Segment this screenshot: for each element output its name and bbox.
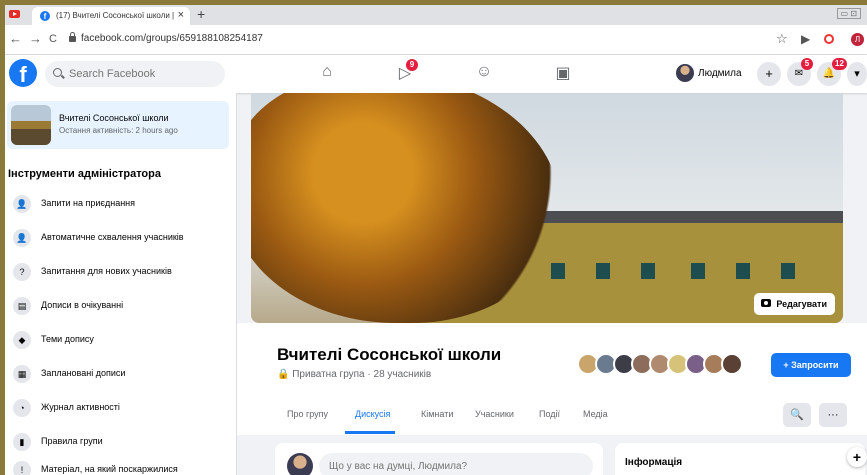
member-icon: 👤 bbox=[13, 229, 31, 247]
tab-discussion[interactable]: Дискусія bbox=[355, 409, 390, 419]
sidebar-item-scheduled-posts[interactable]: ▦ Заплановані дописи bbox=[9, 359, 233, 389]
cover-window bbox=[641, 263, 655, 279]
avatar[interactable] bbox=[721, 353, 743, 375]
sidebar-item-label: Правила групи bbox=[41, 436, 103, 446]
sidebar-item-label: Теми допису bbox=[41, 334, 94, 344]
address-bar: ← → C facebook.com/groups/65918810825418… bbox=[5, 25, 867, 55]
sidebar-item-questions[interactable]: ? Запитання для нових учасників bbox=[9, 257, 233, 287]
back-icon[interactable]: ← bbox=[9, 31, 22, 46]
search-icon bbox=[53, 68, 62, 77]
facebook-top-nav: f ⌂ ▷ 9 ☺ ▣ Людмила + ✉ 5 🔔 12 ▾ bbox=[5, 55, 867, 93]
extension-play-icon[interactable]: ▶ bbox=[801, 32, 810, 46]
user-name: Людмила bbox=[698, 68, 742, 79]
cover-window bbox=[691, 263, 705, 279]
tab-about[interactable]: Про групу bbox=[287, 409, 328, 419]
camera-icon bbox=[761, 299, 772, 307]
post-composer bbox=[275, 443, 603, 475]
account-menu-icon[interactable]: ▾ bbox=[847, 62, 867, 86]
tab-close-icon[interactable]: × bbox=[178, 9, 184, 21]
tab-title: (17) Вчителі Сосонської школи | F bbox=[56, 11, 176, 20]
new-tab-button[interactable]: + bbox=[197, 6, 205, 22]
sidebar-item-label: Автоматичне схвалення учасників bbox=[41, 232, 184, 242]
sidebar-group-activity: Остання активність: 2 hours ago bbox=[59, 126, 178, 135]
facebook-favicon-icon: f bbox=[40, 11, 50, 21]
reload-icon[interactable]: C bbox=[49, 33, 57, 45]
browser-profile-avatar[interactable]: Л bbox=[851, 33, 864, 46]
lock-icon[interactable] bbox=[69, 32, 76, 42]
watch-badge: 9 bbox=[406, 59, 418, 71]
browser-tab-facebook[interactable]: f (17) Вчителі Сосонської школи | F × bbox=[32, 7, 190, 25]
tab-events[interactable]: Події bbox=[539, 409, 560, 419]
member-icon: 👤 bbox=[13, 195, 31, 213]
sidebar-group-card[interactable]: Вчителі Сосонської школи Остання активні… bbox=[7, 101, 229, 149]
sidebar-item-label: Журнал активності bbox=[41, 402, 120, 412]
member-avatars[interactable] bbox=[577, 353, 752, 375]
group-search-icon[interactable]: 🔍 bbox=[783, 403, 811, 427]
cover-window bbox=[736, 263, 750, 279]
create-button[interactable]: + bbox=[757, 62, 781, 86]
info-card-title: Інформація bbox=[625, 457, 683, 468]
avatar[interactable] bbox=[287, 453, 313, 475]
admin-sidebar: Вчителі Сосонської школи Остання активні… bbox=[5, 93, 237, 475]
group-cover-photo: Редагувати bbox=[251, 93, 843, 323]
cover-window bbox=[596, 263, 610, 279]
forward-icon[interactable]: → bbox=[29, 31, 42, 46]
info-card: Інформація bbox=[615, 443, 865, 475]
sidebar-item-label: Запити на приєднання bbox=[41, 198, 136, 208]
sidebar-item-reported-content[interactable]: ! Матеріал, на який поскаржилися bbox=[9, 455, 233, 475]
sidebar-item-post-topics[interactable]: ◆ Теми допису bbox=[9, 325, 233, 355]
admin-tools-heading: Інструменти адміністратора bbox=[8, 168, 161, 180]
invite-button[interactable]: + Запросити bbox=[771, 353, 851, 377]
tab-rooms[interactable]: Кімнати bbox=[421, 409, 453, 419]
tab-members[interactable]: Учасники bbox=[475, 409, 514, 419]
page-title: Вчителі Сосонської школи bbox=[277, 345, 502, 364]
cover-window bbox=[551, 263, 565, 279]
gaming-icon[interactable]: ▣ bbox=[553, 63, 573, 83]
home-icon[interactable]: ⌂ bbox=[317, 63, 337, 83]
cover-window bbox=[781, 263, 795, 279]
url-field[interactable]: facebook.com/groups/659188108254187 bbox=[81, 33, 263, 44]
sidebar-item-label: Дописи в очікуванні bbox=[41, 300, 124, 310]
extension-ring-icon[interactable] bbox=[824, 34, 834, 44]
cover-autumn-tree bbox=[251, 93, 561, 323]
window-controls[interactable]: ▭ ⊡ bbox=[836, 8, 861, 19]
group-header: Вчителі Сосонської школи 🔒 Приватна груп… bbox=[237, 323, 867, 435]
edit-cover-label: Редагувати bbox=[776, 299, 827, 309]
browser-window: f (17) Вчителі Сосонської школи | F × + … bbox=[5, 5, 867, 475]
tab-media[interactable]: Медіа bbox=[583, 409, 608, 419]
book-icon: ▮ bbox=[13, 433, 31, 451]
tag-icon: ◆ bbox=[13, 331, 31, 349]
youtube-tab-icon[interactable] bbox=[9, 10, 20, 18]
calendar-icon: ▦ bbox=[13, 365, 31, 383]
browser-tab-bar: f (17) Вчителі Сосонської школи | F × + … bbox=[5, 5, 867, 25]
sidebar-group-name: Вчителі Сосонської школи bbox=[59, 113, 169, 123]
more-options-icon[interactable]: ··· bbox=[819, 403, 847, 427]
sidebar-item-activity-log[interactable]: ◔ Журнал активності bbox=[9, 393, 233, 423]
sidebar-item-join-requests[interactable]: 👤 Запити на приєднання bbox=[9, 189, 233, 219]
sidebar-item-pending-posts[interactable]: ▤ Дописи в очікуванні bbox=[9, 291, 233, 321]
post-input[interactable] bbox=[319, 453, 593, 475]
sidebar-item-label: Матеріал, на який поскаржилися bbox=[41, 464, 178, 474]
search-input[interactable] bbox=[45, 61, 225, 87]
sidebar-item-label: Заплановані дописи bbox=[41, 368, 126, 378]
active-tab-indicator bbox=[345, 431, 395, 434]
groups-icon[interactable]: ☺ bbox=[474, 63, 494, 83]
group-thumbnail bbox=[11, 105, 51, 145]
report-icon: ! bbox=[13, 461, 31, 475]
question-icon: ? bbox=[13, 263, 31, 281]
posts-icon: ▤ bbox=[13, 297, 31, 315]
avatar bbox=[676, 64, 694, 82]
sidebar-item-auto-approve[interactable]: 👤 Автоматичне схвалення учасників bbox=[9, 223, 233, 253]
new-message-button[interactable]: + bbox=[847, 447, 867, 467]
messenger-badge: 5 bbox=[801, 58, 813, 70]
sidebar-item-label: Запитання для нових учасників bbox=[41, 266, 172, 276]
notifications-badge: 12 bbox=[832, 58, 847, 70]
sidebar-item-group-rules[interactable]: ▮ Правила групи bbox=[9, 427, 233, 457]
facebook-logo-icon[interactable]: f bbox=[9, 59, 37, 87]
clock-icon: ◔ bbox=[13, 399, 31, 417]
bookmark-star-icon[interactable]: ☆ bbox=[776, 31, 788, 47]
group-privacy-meta[interactable]: 🔒 Приватна група · 28 учасників bbox=[277, 369, 431, 380]
edit-cover-button[interactable]: Редагувати bbox=[754, 293, 835, 315]
